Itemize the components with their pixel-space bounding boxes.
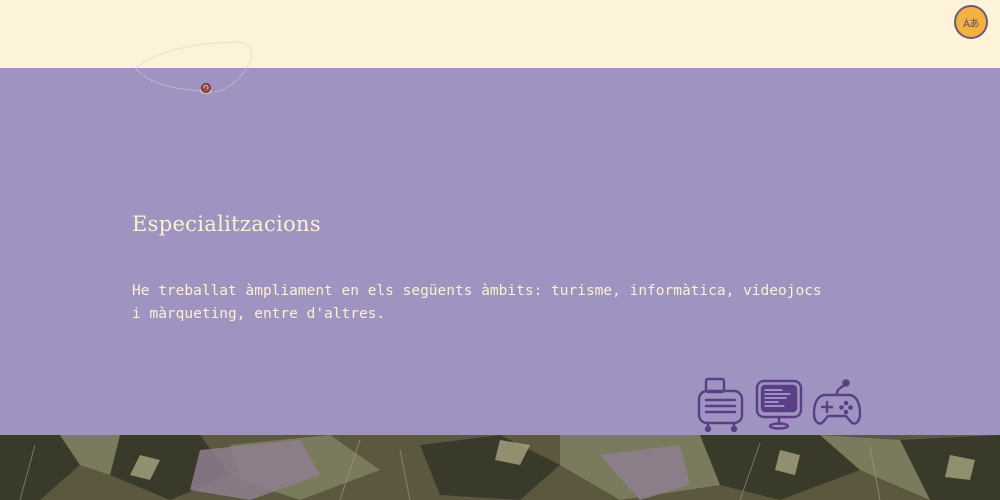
radio-icon — [697, 377, 744, 432]
grass-photo-image — [0, 435, 1000, 500]
specialization-icons — [696, 376, 866, 432]
snail-icon — [200, 83, 212, 94]
background-photo-strip — [0, 435, 1000, 500]
specializations-section: Especialitzacions He treballat àmpliamen… — [0, 68, 1000, 435]
language-switch-button[interactable]: Àあ — [954, 5, 988, 39]
section-description: He treballat àmpliament en els següents … — [132, 283, 822, 322]
computer-monitor-icon — [755, 379, 803, 430]
section-title: Especialitzacions — [132, 212, 321, 236]
language-button-label: Àあ — [963, 18, 979, 30]
snail-trail-decoration — [135, 41, 253, 94]
page: Àあ Especialitzacions He treballat àmplia… — [0, 0, 1000, 500]
gamepad-icon — [812, 379, 862, 425]
